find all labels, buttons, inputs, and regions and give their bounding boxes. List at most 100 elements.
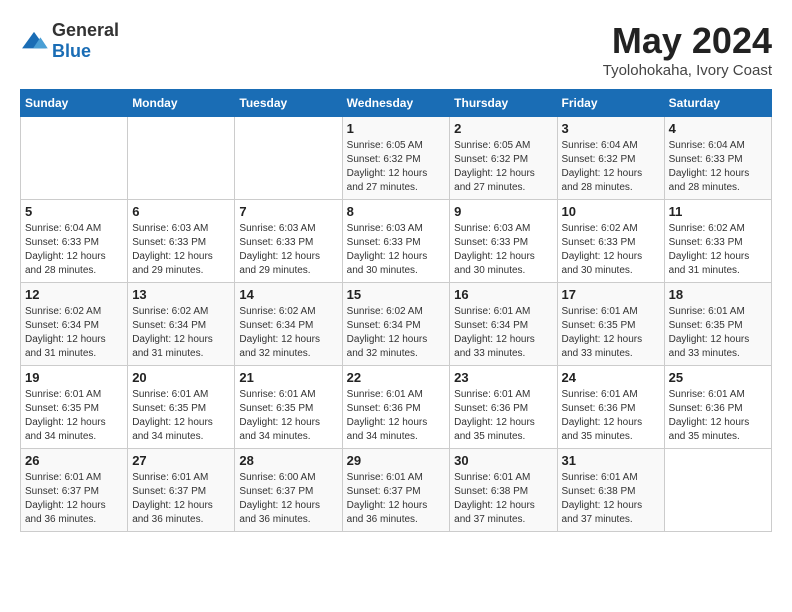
calendar-cell: 19 Sunrise: 6:01 AMSunset: 6:35 PMDayligh… [21, 366, 128, 449]
day-info: Sunrise: 6:01 AMSunset: 6:36 PMDaylight:… [454, 388, 552, 444]
day-info: Sunrise: 6:01 AMSunset: 6:35 PMDaylight:… [562, 305, 660, 361]
calendar-cell: 13 Sunrise: 6:02 AMSunset: 6:34 PMDayligh… [128, 283, 235, 366]
calendar-cell: 8 Sunrise: 6:03 AMSunset: 6:33 PMDaylight… [342, 200, 450, 283]
day-header-sunday: Sunday [21, 90, 128, 117]
header: General Blue May 2024 Tyolohokaha, Ivory… [20, 20, 772, 79]
calendar-cell [21, 117, 128, 200]
day-info: Sunrise: 6:01 AMSunset: 6:38 PMDaylight:… [454, 471, 552, 527]
day-number: 8 [347, 204, 446, 219]
calendar-cell: 30 Sunrise: 6:01 AMSunset: 6:38 PMDayligh… [450, 449, 557, 532]
day-number: 31 [562, 453, 660, 468]
day-info: Sunrise: 6:03 AMSunset: 6:33 PMDaylight:… [132, 222, 230, 278]
calendar-cell: 4Sunrise: 6:04 AMSunset: 6:33 PMDaylight… [664, 117, 771, 200]
calendar-cell: 10Sunrise: 6:02 AMSunset: 6:33 PMDayligh… [557, 200, 664, 283]
calendar-cell: 12 Sunrise: 6:02 AMSunset: 6:34 PMDayligh… [21, 283, 128, 366]
day-number: 9 [454, 204, 552, 219]
day-number: 15 [347, 287, 446, 302]
day-info: Sunrise: 6:01 AMSunset: 6:37 PMDaylight:… [347, 471, 446, 527]
day-header-tuesday: Tuesday [235, 90, 342, 117]
day-header-saturday: Saturday [664, 90, 771, 117]
day-info: Sunrise: 6:01 AMSunset: 6:35 PMDaylight:… [669, 305, 767, 361]
day-number: 20 [132, 370, 230, 385]
calendar-cell: 17 Sunrise: 6:01 AMSunset: 6:35 PMDayligh… [557, 283, 664, 366]
day-number: 6 [132, 204, 230, 219]
calendar-cell: 23 Sunrise: 6:01 AMSunset: 6:36 PMDayligh… [450, 366, 557, 449]
week-row-2: 5 Sunrise: 6:04 AMSunset: 6:33 PMDaylight… [21, 200, 772, 283]
main-title: May 2024 [603, 20, 772, 62]
day-number: 2 [454, 121, 552, 136]
calendar-cell: 31 Sunrise: 6:01 AMSunset: 6:38 PMDayligh… [557, 449, 664, 532]
day-number: 5 [25, 204, 123, 219]
day-number: 25 [669, 370, 767, 385]
calendar-cell: 6 Sunrise: 6:03 AMSunset: 6:33 PMDaylight… [128, 200, 235, 283]
day-info: Sunrise: 6:02 AMSunset: 6:34 PMDaylight:… [132, 305, 230, 361]
logo-icon [20, 30, 48, 52]
day-number: 16 [454, 287, 552, 302]
day-number: 13 [132, 287, 230, 302]
day-header-wednesday: Wednesday [342, 90, 450, 117]
calendar-cell: 2 Sunrise: 6:05 AMSunset: 6:32 PMDaylight… [450, 117, 557, 200]
calendar-cell: 9Sunrise: 6:03 AMSunset: 6:33 PMDaylight… [450, 200, 557, 283]
day-number: 26 [25, 453, 123, 468]
day-number: 22 [347, 370, 446, 385]
day-number: 27 [132, 453, 230, 468]
logo-general: General [52, 20, 119, 40]
day-number: 17 [562, 287, 660, 302]
calendar-table: SundayMondayTuesdayWednesdayThursdayFrid… [20, 89, 772, 532]
calendar-cell: 20 Sunrise: 6:01 AMSunset: 6:35 PMDayligh… [128, 366, 235, 449]
day-info: Sunrise: 6:01 AMSunset: 6:36 PMDaylight:… [669, 388, 767, 444]
day-number: 18 [669, 287, 767, 302]
day-info: Sunrise: 6:02 AMSunset: 6:33 PMDaylight:… [669, 222, 767, 278]
day-info: Sunrise: 6:01 AMSunset: 6:38 PMDaylight:… [562, 471, 660, 527]
day-number: 30 [454, 453, 552, 468]
calendar-cell: 29Sunrise: 6:01 AMSunset: 6:37 PMDayligh… [342, 449, 450, 532]
day-header-monday: Monday [128, 90, 235, 117]
day-info: Sunrise: 6:01 AMSunset: 6:34 PMDaylight:… [454, 305, 552, 361]
day-header-friday: Friday [557, 90, 664, 117]
calendar-cell: 15Sunrise: 6:02 AMSunset: 6:34 PMDayligh… [342, 283, 450, 366]
day-info: Sunrise: 6:05 AMSunset: 6:32 PMDaylight:… [347, 139, 446, 195]
calendar-cell: 11 Sunrise: 6:02 AMSunset: 6:33 PMDayligh… [664, 200, 771, 283]
day-info: Sunrise: 6:04 AMSunset: 6:33 PMDaylight:… [25, 222, 123, 278]
day-number: 23 [454, 370, 552, 385]
title-area: May 2024 Tyolohokaha, Ivory Coast [603, 20, 772, 79]
day-number: 7 [239, 204, 337, 219]
calendar-cell [664, 449, 771, 532]
day-info: Sunrise: 6:05 AMSunset: 6:32 PMDaylight:… [454, 139, 552, 195]
day-info: Sunrise: 6:01 AMSunset: 6:37 PMDaylight:… [25, 471, 123, 527]
day-info: Sunrise: 6:02 AMSunset: 6:34 PMDaylight:… [25, 305, 123, 361]
day-number: 11 [669, 204, 767, 219]
calendar-cell: 16 Sunrise: 6:01 AMSunset: 6:34 PMDayligh… [450, 283, 557, 366]
day-info: Sunrise: 6:01 AMSunset: 6:36 PMDaylight:… [347, 388, 446, 444]
week-row-3: 12 Sunrise: 6:02 AMSunset: 6:34 PMDayligh… [21, 283, 772, 366]
calendar-cell: 22 Sunrise: 6:01 AMSunset: 6:36 PMDayligh… [342, 366, 450, 449]
day-info: Sunrise: 6:00 AMSunset: 6:37 PMDaylight:… [239, 471, 337, 527]
calendar-cell: 1Sunrise: 6:05 AMSunset: 6:32 PMDaylight… [342, 117, 450, 200]
day-number: 4 [669, 121, 767, 136]
calendar-cell: 28Sunrise: 6:00 AMSunset: 6:37 PMDayligh… [235, 449, 342, 532]
day-number: 21 [239, 370, 337, 385]
day-info: Sunrise: 6:01 AMSunset: 6:37 PMDaylight:… [132, 471, 230, 527]
day-info: Sunrise: 6:01 AMSunset: 6:35 PMDaylight:… [25, 388, 123, 444]
day-info: Sunrise: 6:01 AMSunset: 6:35 PMDaylight:… [132, 388, 230, 444]
week-row-1: 1Sunrise: 6:05 AMSunset: 6:32 PMDaylight… [21, 117, 772, 200]
day-number: 24 [562, 370, 660, 385]
calendar-cell: 24 Sunrise: 6:01 AMSunset: 6:36 PMDayligh… [557, 366, 664, 449]
calendar-cell: 21Sunrise: 6:01 AMSunset: 6:35 PMDayligh… [235, 366, 342, 449]
week-row-4: 19 Sunrise: 6:01 AMSunset: 6:35 PMDayligh… [21, 366, 772, 449]
day-info: Sunrise: 6:03 AMSunset: 6:33 PMDaylight:… [239, 222, 337, 278]
day-number: 3 [562, 121, 660, 136]
calendar-cell: 5 Sunrise: 6:04 AMSunset: 6:33 PMDaylight… [21, 200, 128, 283]
day-info: Sunrise: 6:03 AMSunset: 6:33 PMDaylight:… [347, 222, 446, 278]
day-number: 12 [25, 287, 123, 302]
day-info: Sunrise: 6:01 AMSunset: 6:36 PMDaylight:… [562, 388, 660, 444]
day-header-thursday: Thursday [450, 90, 557, 117]
logo-blue: Blue [52, 41, 91, 61]
logo: General Blue [20, 20, 119, 62]
day-number: 19 [25, 370, 123, 385]
calendar-cell: 27 Sunrise: 6:01 AMSunset: 6:37 PMDayligh… [128, 449, 235, 532]
calendar-cell: 26 Sunrise: 6:01 AMSunset: 6:37 PMDayligh… [21, 449, 128, 532]
calendar-cell [128, 117, 235, 200]
day-info: Sunrise: 6:04 AMSunset: 6:32 PMDaylight:… [562, 139, 660, 195]
day-info: Sunrise: 6:02 AMSunset: 6:34 PMDaylight:… [239, 305, 337, 361]
